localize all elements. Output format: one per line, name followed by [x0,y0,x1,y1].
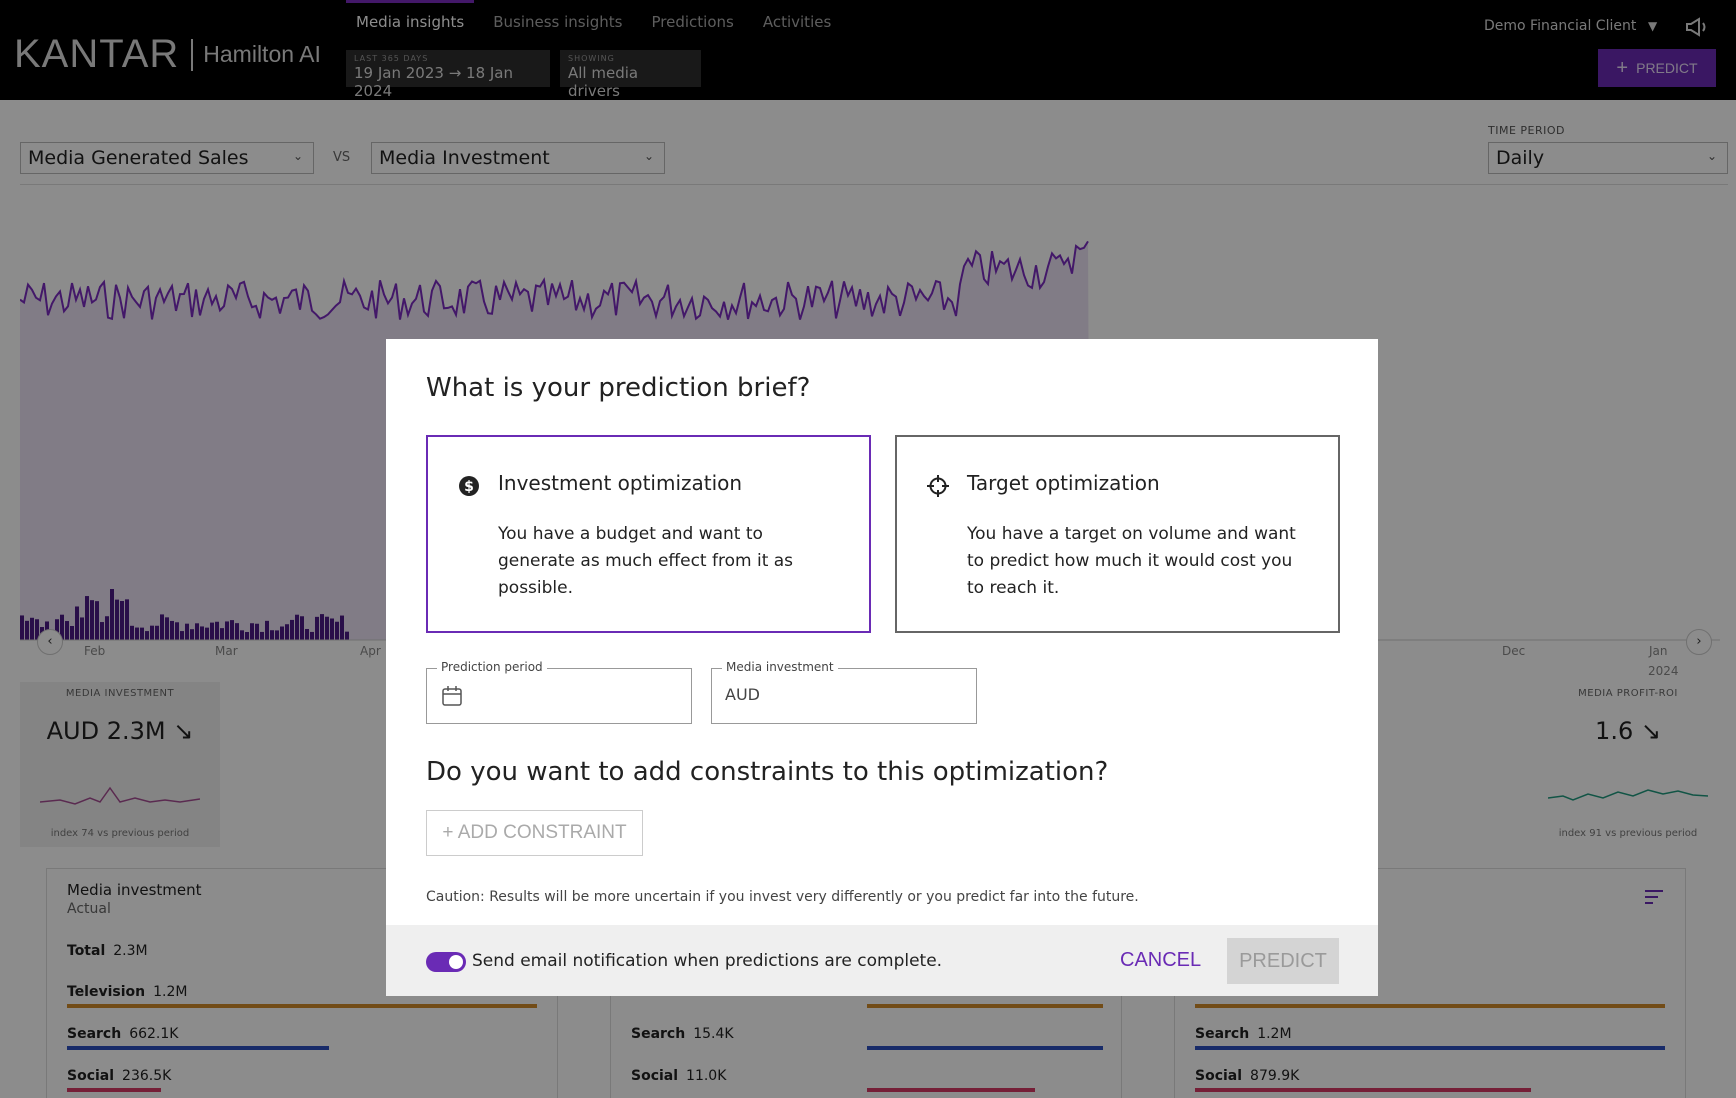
calendar-icon[interactable] [441,685,463,707]
option-description: You have a budget and want to generate a… [498,524,794,598]
option-title: Target optimization [967,471,1160,495]
media-investment-field[interactable]: Media investment AUD [711,660,977,724]
option-description: You have a target on volume and want to … [967,524,1296,598]
media-investment-label: Media investment [722,660,838,674]
dialog-title: What is your prediction brief? [426,373,811,403]
email-notification-toggle[interactable] [426,952,466,972]
prediction-brief-dialog: What is your prediction brief? $ Investm… [386,339,1378,996]
dialog-footer: Send email notification when predictions… [386,925,1378,996]
prediction-period-label: Prediction period [437,660,547,674]
cancel-button[interactable]: CANCEL [1120,949,1201,972]
constraints-title: Do you want to add constraints to this o… [426,757,1109,787]
svg-text:$: $ [464,479,474,495]
app-root: KANTAR Hamilton AI Media insights Busine… [0,0,1736,1098]
option-title: Investment optimization [498,471,743,495]
toggle-knob [449,955,463,969]
media-investment-value: AUD [725,685,760,704]
prediction-period-field[interactable]: Prediction period [426,660,692,724]
option-target-optimization[interactable]: Target optimization You have a target on… [895,435,1340,633]
dollar-coin-icon: $ [459,476,479,496]
dialog-predict-button[interactable]: PREDICT [1227,938,1339,984]
add-constraint-button[interactable]: + ADD CONSTRAINT [426,810,643,856]
email-notification-label: Send email notification when predictions… [472,951,943,971]
caution-text: Caution: Results will be more uncertain … [426,889,1139,905]
option-investment-optimization[interactable]: $ Investment optimization You have a bud… [426,435,871,633]
crosshair-icon [927,475,949,497]
